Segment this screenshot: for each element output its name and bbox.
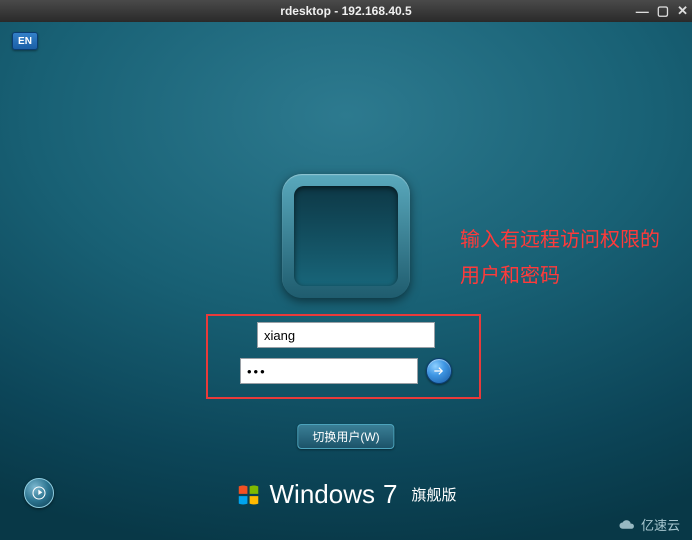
ease-of-access-button[interactable]: [24, 478, 54, 508]
window-titlebar: rdesktop - 192.168.40.5 — ▢ ✕: [0, 0, 692, 22]
submit-button[interactable]: [426, 358, 452, 384]
watermark-text: 亿速云: [641, 515, 680, 534]
password-input[interactable]: [240, 358, 418, 384]
login-screen: EN 输入有远程访问权限的用户和密码 切换用户(W) Windows 7 旗舰版: [0, 22, 692, 540]
cloud-icon: [617, 518, 637, 532]
windows-branding: Windows 7 旗舰版: [236, 479, 457, 510]
brand-version: 7: [383, 479, 397, 510]
accessibility-icon: [31, 485, 47, 501]
arrow-right-icon: [432, 364, 446, 378]
username-input[interactable]: [257, 322, 435, 348]
maximize-button[interactable]: ▢: [657, 3, 669, 19]
minimize-button[interactable]: —: [636, 4, 649, 19]
brand-edition: 旗舰版: [411, 484, 456, 505]
user-avatar-frame: [282, 174, 410, 298]
user-avatar: [294, 186, 398, 286]
window-title: rdesktop - 192.168.40.5: [280, 4, 411, 18]
switch-user-button[interactable]: 切换用户(W): [297, 424, 394, 449]
windows-logo-icon: [236, 482, 262, 508]
close-button[interactable]: ✕: [677, 3, 688, 19]
annotation-text: 输入有远程访问权限的用户和密码: [460, 222, 660, 294]
watermark: 亿速云: [617, 515, 680, 534]
language-indicator[interactable]: EN: [12, 32, 38, 50]
brand-product: Windows: [270, 479, 375, 510]
